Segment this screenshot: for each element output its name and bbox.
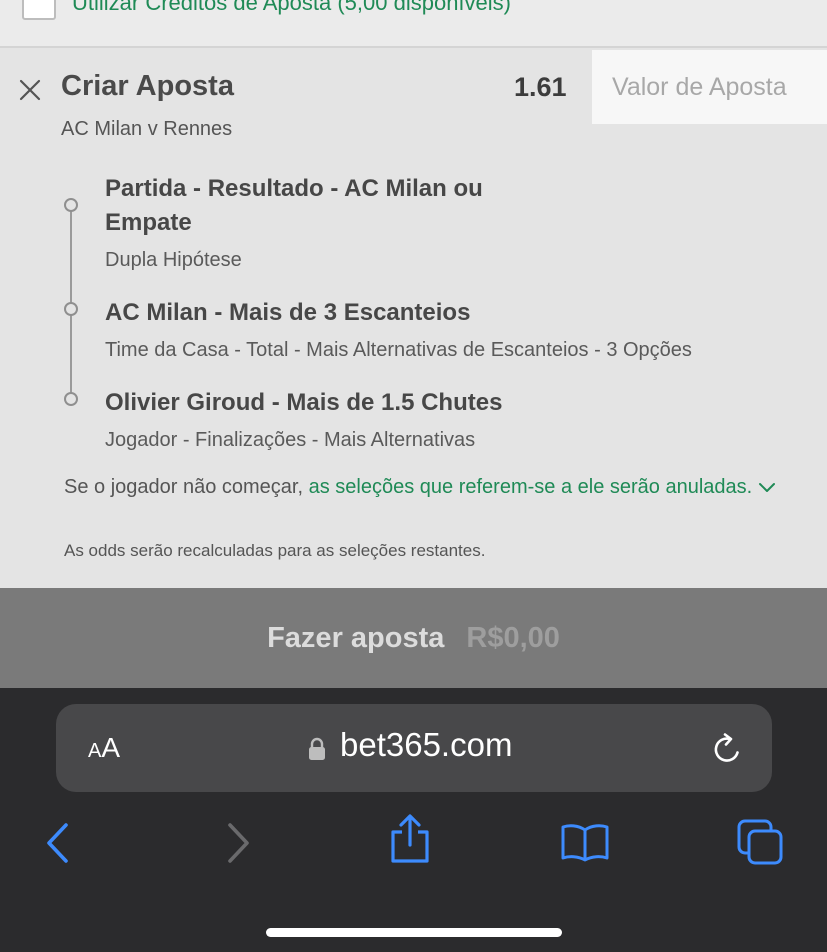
match-name: AC Milan v Rennes [61,118,233,140]
forward-icon[interactable] [224,822,252,864]
home-indicator [266,928,562,937]
place-bet-amount: R$0,00 [466,621,560,654]
bet-credits-checkbox[interactable] [22,0,56,20]
stake-input[interactable] [592,50,827,124]
bet-credits-row[interactable]: Utilizar Créditos de Aposta (5,00 dispon… [0,0,827,48]
selection-title: Partida - Resultado - AC Milan ou Empate [105,175,483,236]
timeline-dot [64,198,78,212]
chevron-down-icon[interactable] [758,482,776,494]
browser-toolbar: AA bet365.com [0,688,827,952]
url-text[interactable]: bet365.com [340,726,512,764]
share-icon[interactable] [388,814,432,864]
bet-odds: 1.61 [514,72,567,102]
recalc-note: As odds serão recalculadas para as seleç… [64,541,486,560]
player-notice: Se o jogador não começar, as seleções qu… [64,470,804,505]
bet-credits-label: Utilizar Créditos de Aposta (5,00 dispon… [72,0,511,15]
selection-subtitle: Time da Casa - Total - Mais Alternativas… [105,339,692,361]
place-bet-label: Fazer aposta [267,621,445,654]
text-size-button[interactable]: AA [88,732,120,764]
selection-subtitle: Dupla Hipótese [105,249,242,271]
bookmarks-icon[interactable] [560,822,610,862]
timeline-dot [64,392,78,406]
back-icon[interactable] [44,822,72,864]
player-notice-link[interactable]: as seleções que referem-se a ele serão a… [309,476,753,498]
place-bet-button[interactable]: Fazer aposta R$0,00 [0,588,827,688]
timeline-dot [64,302,78,316]
bet-builder-panel: Criar Aposta 1.61 AC Milan v Rennes Part… [0,50,827,588]
reload-icon[interactable] [711,732,745,766]
lock-icon [309,737,325,760]
selection-title: AC Milan - Mais de 3 Escanteios [105,299,471,326]
close-icon[interactable] [18,78,42,102]
selection-subtitle: Jogador - Finalizações - Mais Alternativ… [105,429,476,451]
player-notice-text: Se o jogador não começar, [64,476,309,498]
selection-title: Olivier Giroud - Mais de 1.5 Chutes [105,389,503,416]
tabs-icon[interactable] [736,818,784,866]
bet-title: Criar Aposta [61,70,234,102]
address-bar[interactable]: AA bet365.com [56,704,772,792]
